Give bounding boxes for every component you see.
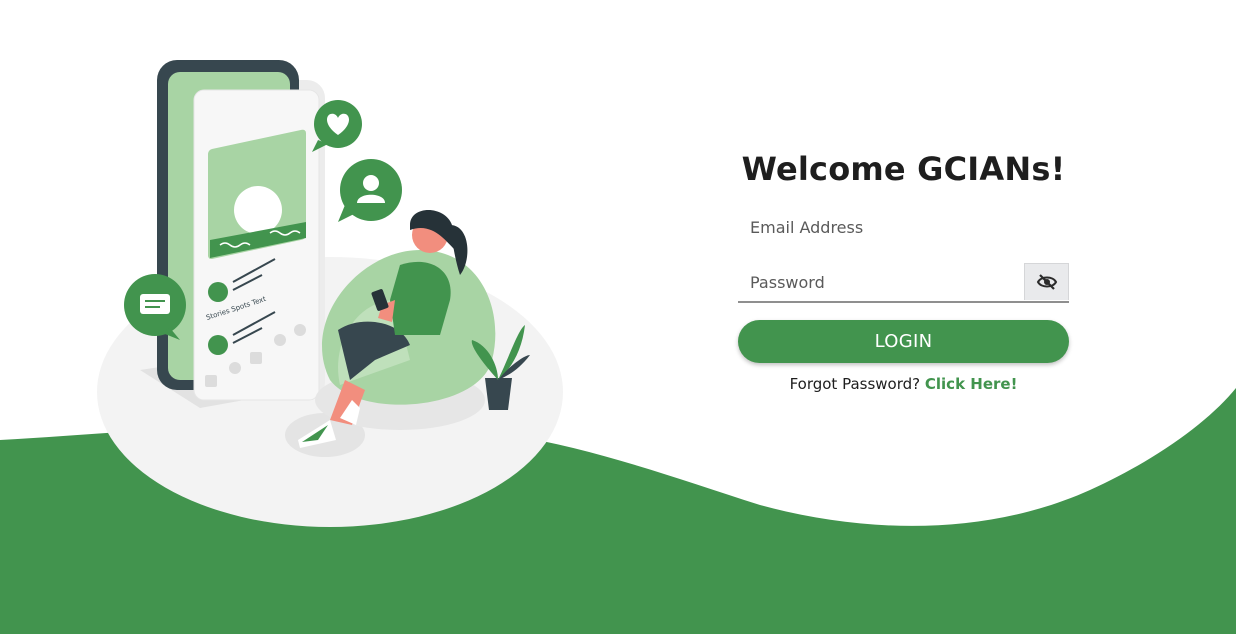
forgot-password-link[interactable]: Click Here!: [925, 375, 1018, 393]
woman-on-beanbag-illustration: [298, 210, 496, 448]
password-visibility-toggle[interactable]: [1024, 263, 1069, 300]
phone-illustration: Stories Spots Text: [140, 60, 325, 408]
login-panel: Welcome GCIANs! LOGIN Forgot Password? C…: [738, 150, 1069, 393]
eye-slash-icon: [1036, 274, 1057, 290]
email-field-wrapper: [738, 208, 1069, 247]
email-field[interactable]: [738, 208, 1069, 246]
login-button[interactable]: LOGIN: [738, 320, 1069, 363]
page-title: Welcome GCIANs!: [741, 150, 1066, 188]
password-field[interactable]: [738, 263, 1069, 301]
user-bubble-icon: [338, 159, 402, 222]
password-field-wrapper: [738, 263, 1069, 303]
hero-illustration: Stories Spots Text: [97, 60, 563, 527]
forgot-password-text: Forgot Password?: [789, 375, 921, 393]
forgot-password-row: Forgot Password? Click Here!: [738, 375, 1069, 393]
